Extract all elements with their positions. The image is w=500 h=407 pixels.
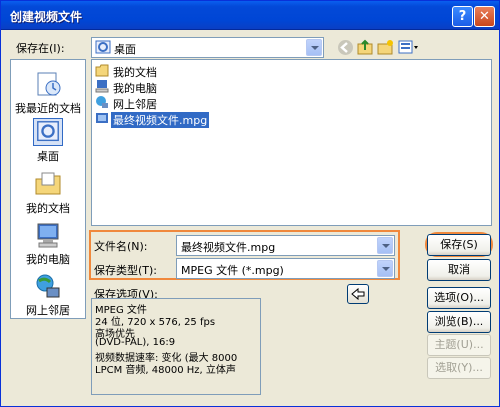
filename-label: 文件名(N):	[94, 240, 148, 253]
option-line: LPCM 音频, 48000 Hz, 立体声	[95, 365, 236, 376]
desktop-small-icon	[95, 40, 111, 54]
save-options-box: MPEG 文件 24 位, 720 x 576, 25 fps 高场优先 (DV…	[91, 298, 261, 395]
filetype-combo[interactable]: MPEG 文件 (*.mpg)	[176, 258, 395, 279]
help-button[interactable]: ?	[452, 6, 473, 27]
mpg-file-icon	[96, 113, 108, 123]
filename-value: 最终视频文件.mpg	[181, 241, 276, 254]
place-label: 我的文档	[26, 202, 70, 215]
recent-docs-icon	[37, 72, 61, 96]
filetype-value: MPEG 文件 (*.mpg)	[181, 264, 284, 277]
back-icon[interactable]	[337, 39, 354, 56]
place-label: 我的电脑	[26, 253, 70, 266]
title-bar: 创建视频文件 ? ✕	[1, 1, 499, 30]
folder-icon	[95, 64, 109, 77]
close-button[interactable]: ✕	[474, 6, 495, 27]
window-title: 创建视频文件	[10, 10, 83, 24]
place-my-documents[interactable]: 我的文档	[11, 166, 85, 216]
network-icon	[96, 96, 108, 108]
arrow-left-icon	[351, 287, 365, 301]
view-menu-icon[interactable]	[398, 39, 420, 56]
new-folder-icon[interactable]	[377, 39, 394, 56]
file-name: 网上邻居	[113, 98, 157, 111]
place-network[interactable]: 网上邻居	[11, 268, 85, 318]
file-name: 我的文档	[113, 66, 157, 79]
chevron-down-icon[interactable]	[377, 260, 393, 277]
location-combo[interactable]: 桌面	[91, 37, 324, 58]
filetype-label: 保存类型(T):	[94, 264, 158, 277]
file-name: 我的电脑	[113, 82, 157, 95]
chevron-down-icon[interactable]	[377, 237, 393, 254]
desktop-icon	[33, 118, 63, 146]
browse-button[interactable]: 浏览(B)...	[427, 311, 491, 333]
theme-button[interactable]: 主题(U)...	[427, 334, 491, 356]
cancel-button[interactable]: 取消	[427, 259, 491, 281]
file-name: 最终视频文件.mpg	[111, 112, 210, 128]
my-computer-icon	[37, 223, 59, 248]
place-my-computer[interactable]: 我的电脑	[11, 217, 85, 267]
location-label: 保存在(I):	[16, 42, 65, 55]
option-line: (DVD-PAL), 16:9	[95, 337, 176, 348]
network-places-icon	[36, 274, 60, 298]
filename-combo[interactable]: 最终视频文件.mpg	[176, 235, 395, 256]
place-recent-docs[interactable]: 我最近的文档	[11, 66, 85, 116]
save-button[interactable]: 保存(S)	[427, 234, 491, 256]
select-button[interactable]: 选取(Y)...	[427, 357, 491, 379]
my-documents-icon	[35, 172, 61, 195]
chevron-down-icon[interactable]	[306, 39, 322, 56]
places-bar: 我最近的文档 桌面 我的文档 我的电脑 网上邻居	[10, 59, 86, 319]
place-label: 网上邻居	[26, 304, 70, 317]
options-button[interactable]: 选项(O)...	[427, 287, 491, 309]
computer-icon	[95, 80, 109, 93]
place-label: 桌面	[37, 150, 59, 163]
file-list[interactable]: 我的文档 我的电脑 网上邻居 最终视频文件.mpg	[91, 59, 492, 226]
back-arrow-button[interactable]	[347, 284, 369, 304]
location-value: 桌面	[114, 43, 136, 56]
place-desktop[interactable]: 桌面	[11, 114, 85, 164]
up-folder-icon[interactable]	[357, 39, 374, 56]
save-video-dialog: 创建视频文件 ? ✕ 保存在(I): 桌面 我最近的文档 桌面 我的文档 我的电…	[0, 0, 500, 407]
